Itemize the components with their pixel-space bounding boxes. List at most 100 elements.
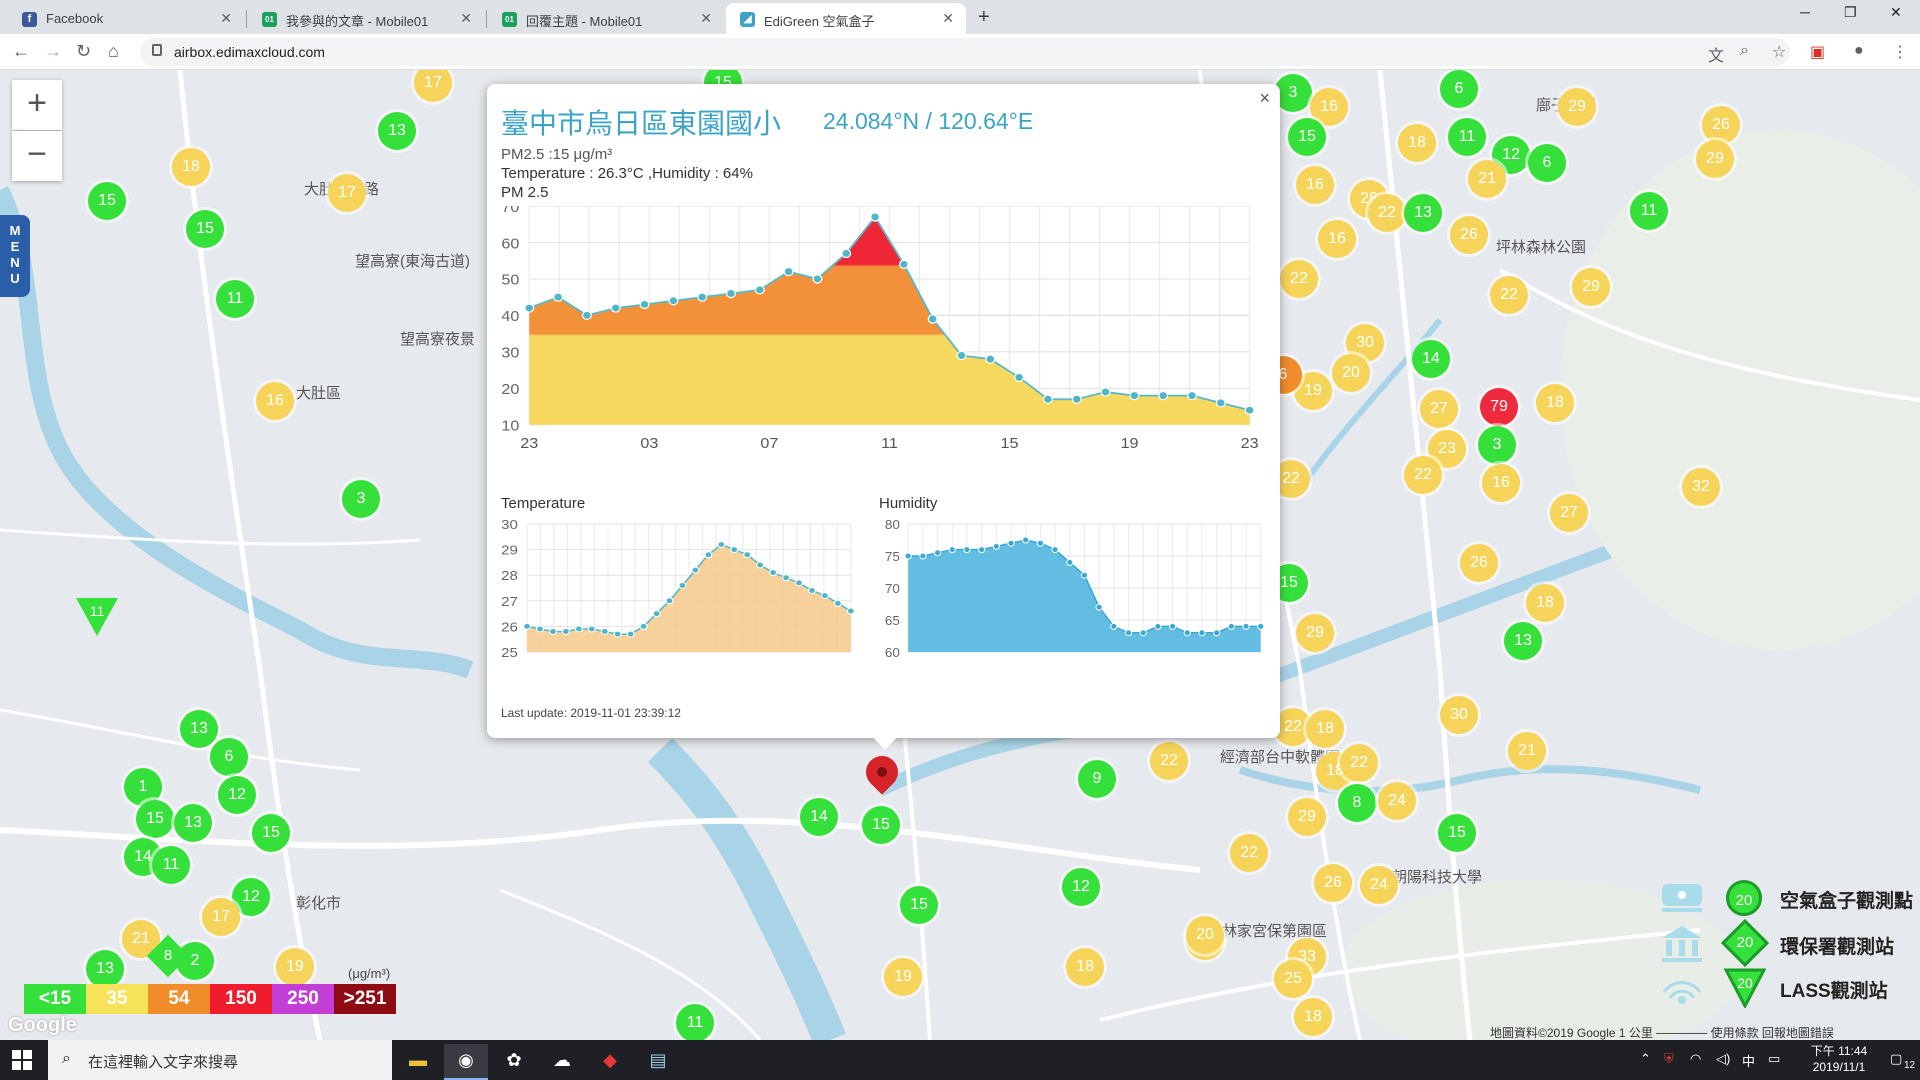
station-marker[interactable]: 22 xyxy=(1280,260,1318,298)
tab-mobile01-posts[interactable]: 01 我參與的文章 - Mobile01 ✕ xyxy=(248,3,484,34)
bookmark-star-icon[interactable]: ☆ xyxy=(1772,42,1786,62)
station-marker[interactable]: 15 xyxy=(88,182,126,220)
station-marker[interactable]: 25 xyxy=(1274,960,1312,998)
station-marker[interactable]: 14 xyxy=(800,798,838,836)
menu-button[interactable]: MENU xyxy=(0,215,30,297)
station-marker[interactable]: 12 xyxy=(218,776,256,814)
station-marker[interactable]: 15 xyxy=(252,814,290,852)
station-marker[interactable]: 20 xyxy=(1186,916,1224,954)
station-marker[interactable]: 16 xyxy=(1296,166,1334,204)
station-marker[interactable]: 21 xyxy=(1508,732,1546,770)
station-marker[interactable]: 11 xyxy=(676,1004,714,1040)
station-marker[interactable]: 17 xyxy=(202,898,240,936)
volume-icon[interactable]: ◁) xyxy=(1716,1051,1730,1067)
station-marker[interactable]: 13 xyxy=(1404,194,1442,232)
station-marker[interactable]: 15 xyxy=(862,806,900,844)
address-bar[interactable]: airbox.edimaxcloud.com xyxy=(140,38,1790,66)
station-marker[interactable]: 6 xyxy=(1440,70,1478,108)
tab-mobile01-reply[interactable]: 01 回覆主題 - Mobile01 ✕ xyxy=(488,3,724,34)
station-marker[interactable]: 3 xyxy=(1478,426,1516,464)
lass-station-marker[interactable]: 11 xyxy=(74,596,120,638)
forward-icon[interactable]: → xyxy=(44,41,62,62)
station-marker[interactable]: 18 xyxy=(1306,710,1344,748)
menu-kebab-icon[interactable]: ⋮ xyxy=(1892,42,1908,62)
station-marker[interactable]: 13 xyxy=(86,950,124,988)
station-marker[interactable]: 22 xyxy=(1150,742,1188,780)
translate-icon[interactable]: 文 xyxy=(1708,42,1724,66)
ime-indicator[interactable]: 中 xyxy=(1742,1051,1755,1070)
map-attribution[interactable]: 地圖資料©2019 Google 1 公里 ────── 使用條款 回報地圖錯誤 xyxy=(1490,1024,1834,1040)
station-marker[interactable]: 14 xyxy=(1412,340,1450,378)
station-marker[interactable]: 32 xyxy=(1682,468,1720,506)
back-icon[interactable]: ← xyxy=(12,41,30,62)
close-tab-icon[interactable]: ✕ xyxy=(460,10,472,27)
tab-edigreen[interactable]: ◢ EdiGreen 空氣盒子 ✕ xyxy=(726,3,966,34)
station-marker[interactable]: 19 xyxy=(884,958,922,996)
station-marker[interactable]: 6 xyxy=(210,738,248,776)
station-marker[interactable]: 17 xyxy=(328,174,366,212)
chrome-icon[interactable]: ◉ xyxy=(444,1044,488,1080)
google-logo[interactable]: Google xyxy=(8,1014,77,1037)
station-marker[interactable]: 29 xyxy=(1572,268,1610,306)
station-marker[interactable]: 19 xyxy=(276,948,314,986)
taskbar-clock[interactable]: 下午 11:44 2019/11/1 xyxy=(1796,1043,1882,1075)
tray-chevron-icon[interactable]: ⌃ xyxy=(1640,1051,1651,1067)
station-marker[interactable]: 24 xyxy=(1378,782,1416,820)
station-marker[interactable]: 15 xyxy=(136,800,174,838)
station-marker[interactable]: 18 xyxy=(172,148,210,186)
station-marker[interactable]: 20 xyxy=(1332,354,1370,392)
minimize-button[interactable]: ─ xyxy=(1800,4,1810,20)
station-marker[interactable]: 29 xyxy=(1288,798,1326,836)
station-marker[interactable]: 11 xyxy=(1448,118,1486,156)
station-marker[interactable]: 3 xyxy=(342,480,380,518)
extension-icon[interactable]: ▣ xyxy=(1810,42,1825,62)
reload-icon[interactable]: ↻ xyxy=(76,41,91,62)
station-marker[interactable]: 9 xyxy=(1078,760,1116,798)
tab-facebook[interactable]: f Facebook ✕ xyxy=(8,3,244,34)
notification-center-icon[interactable]: ▢ xyxy=(1890,1051,1902,1067)
station-marker[interactable]: 15 xyxy=(186,210,224,248)
close-tab-icon[interactable]: ✕ xyxy=(220,10,232,27)
station-marker[interactable]: 8 xyxy=(1338,784,1376,822)
station-marker[interactable]: 26 xyxy=(1460,544,1498,582)
station-marker[interactable]: 18 xyxy=(1294,998,1332,1036)
new-tab-button[interactable]: + xyxy=(978,6,990,29)
tray-security-icon[interactable]: ⛨ xyxy=(1664,1051,1674,1067)
station-marker[interactable]: 18 xyxy=(1398,124,1436,162)
station-marker[interactable]: 22 xyxy=(1368,194,1406,232)
station-marker[interactable]: 13 xyxy=(174,804,212,842)
station-marker[interactable]: 15 xyxy=(900,886,938,924)
station-marker[interactable]: 11 xyxy=(152,846,190,884)
network-icon[interactable]: ◠ xyxy=(1690,1051,1701,1067)
station-marker[interactable]: 30 xyxy=(1440,696,1478,734)
station-marker[interactable]: 12 xyxy=(1062,868,1100,906)
zoom-in-button[interactable]: + xyxy=(12,80,62,130)
station-marker[interactable]: 16 xyxy=(1482,464,1520,502)
station-marker[interactable]: 22 xyxy=(1230,834,1268,872)
station-marker[interactable]: 79 xyxy=(1480,388,1518,426)
station-marker[interactable]: 11 xyxy=(216,280,254,318)
close-popup-button[interactable]: × xyxy=(1259,88,1270,109)
close-window-button[interactable]: ✕ xyxy=(1890,4,1902,21)
station-marker[interactable]: 18 xyxy=(1536,384,1574,422)
station-marker[interactable]: 13 xyxy=(1504,622,1542,660)
station-marker[interactable]: 16 xyxy=(256,382,294,420)
station-marker[interactable]: 29 xyxy=(1696,140,1734,178)
restore-button[interactable]: ❐ xyxy=(1844,4,1857,21)
close-tab-icon[interactable]: ✕ xyxy=(700,10,712,27)
station-marker[interactable]: 29 xyxy=(1296,614,1334,652)
notepad-icon[interactable]: ▤ xyxy=(636,1044,680,1080)
app-icon[interactable]: ◆ xyxy=(588,1044,632,1080)
keyboard-icon[interactable]: ▭ xyxy=(1768,1051,1780,1067)
station-marker[interactable]: 26 xyxy=(1450,216,1488,254)
app-icon[interactable]: ☁ xyxy=(540,1044,584,1080)
profile-icon[interactable]: ● xyxy=(1854,42,1864,60)
taskbar-search-box[interactable]: ⌕ 在這裡輸入文字來搜尋 xyxy=(48,1040,392,1080)
epa-station-marker[interactable]: 8 xyxy=(146,934,190,978)
station-marker[interactable]: 29 xyxy=(1558,88,1596,126)
station-marker[interactable]: 18 xyxy=(1066,948,1104,986)
station-marker[interactable]: 16 xyxy=(1318,220,1356,258)
close-tab-icon[interactable]: ✕ xyxy=(942,10,954,27)
station-marker[interactable]: 22 xyxy=(1404,456,1442,494)
app-icon[interactable]: ✿ xyxy=(492,1044,536,1080)
